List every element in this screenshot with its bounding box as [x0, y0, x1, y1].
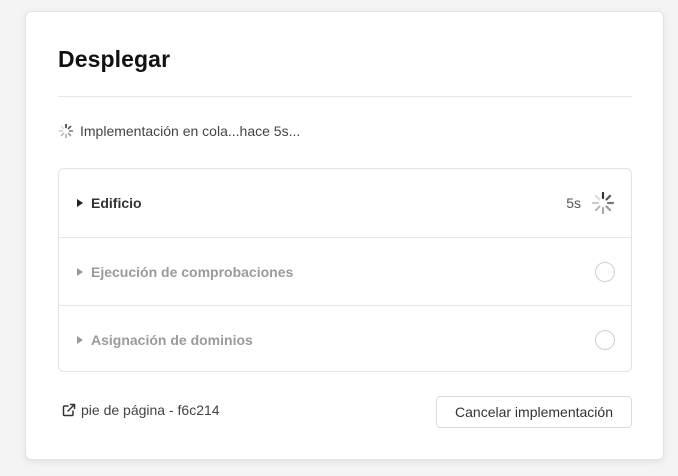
status-text: Implementación en cola...hace 5s... — [80, 123, 301, 139]
external-link-icon — [62, 403, 76, 417]
step-build[interactable]: Edificio 5s — [59, 169, 631, 237]
step-label: Ejecución de comprobaciones — [91, 263, 294, 280]
dialog-title: Desplegar — [58, 46, 171, 72]
empty-circle-icon — [595, 329, 615, 350]
cancel-deploy-button[interactable]: Cancelar implementación — [436, 396, 632, 428]
caret-right-icon — [77, 199, 83, 207]
step-label: Edificio — [91, 195, 142, 211]
step-label: Asignación de dominios — [91, 331, 253, 348]
commit-link-text: pie de página - f6c214 — [81, 402, 220, 418]
spinner-icon — [591, 191, 615, 215]
deploy-dialog: Desplegar Implementación en cola...hace … — [25, 11, 664, 460]
commit-link[interactable]: pie de página - f6c214 — [62, 402, 220, 418]
divider — [58, 96, 632, 97]
step-elapsed: 5s — [566, 195, 581, 211]
caret-right-icon — [77, 335, 83, 344]
spinner-icon — [58, 123, 74, 139]
deploy-status: Implementación en cola...hace 5s... — [58, 123, 300, 139]
step-checks[interactable]: Ejecución de comprobaciones — [59, 237, 631, 305]
empty-circle-icon — [595, 261, 615, 282]
step-domains[interactable]: Asignación de dominios — [59, 305, 631, 373]
deploy-steps: Edificio 5s Ejecución de comprobaciones … — [58, 168, 632, 372]
caret-right-icon — [77, 267, 83, 276]
